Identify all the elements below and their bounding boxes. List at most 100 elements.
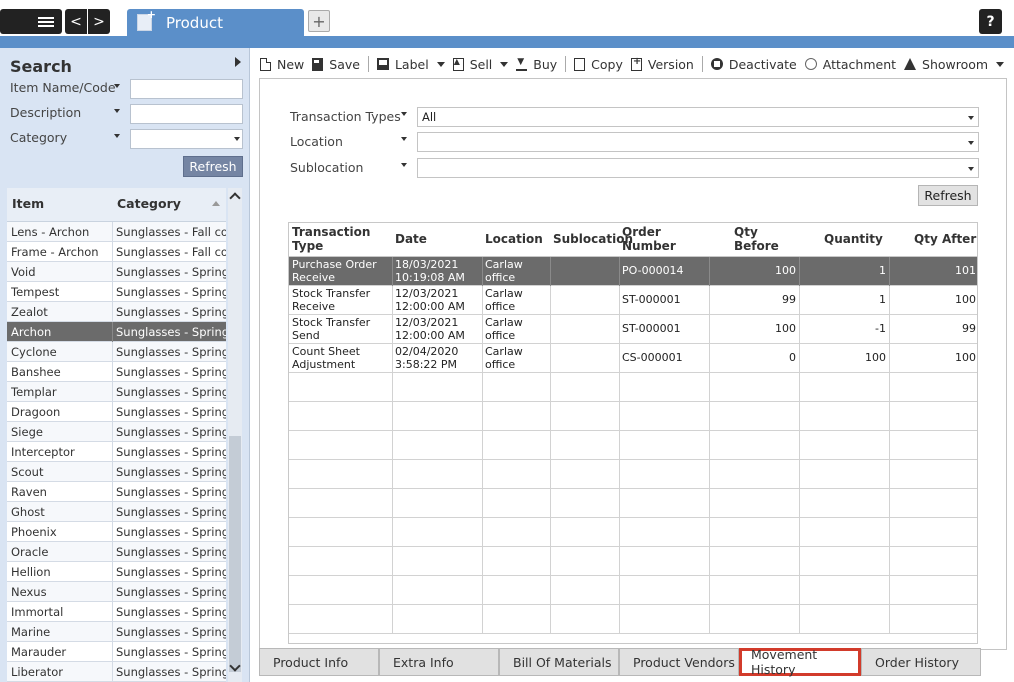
items-table-row[interactable]: Hellion Sunglasses - Spring ... bbox=[7, 562, 226, 582]
tab-order-history[interactable]: Order History bbox=[861, 648, 981, 676]
cell-divider bbox=[392, 373, 393, 402]
tab-product-info[interactable]: Product Info bbox=[259, 648, 379, 676]
item-category-cell: Sunglasses - Spring ... bbox=[116, 305, 226, 319]
sublocation-select[interactable] bbox=[417, 158, 979, 178]
toolbar-showroom-button[interactable]: Showroom bbox=[904, 56, 1005, 72]
description-input[interactable] bbox=[130, 104, 243, 124]
back-button[interactable]: < bbox=[65, 9, 87, 34]
movement-row[interactable]: Stock Transfer Send 12/03/2021 12:00:00 A… bbox=[289, 315, 977, 344]
transaction-type-cell: Stock Transfer Send bbox=[292, 316, 371, 342]
col-quantity-header[interactable]: Quantity bbox=[799, 223, 889, 257]
scroll-up-icon[interactable] bbox=[229, 192, 241, 204]
items-table-row[interactable]: Void Sunglasses - Spring ... bbox=[7, 262, 226, 282]
items-table-row[interactable]: Marine Sunglasses - Spring ... bbox=[7, 622, 226, 642]
col-transaction-type-header[interactable]: Transaction Type bbox=[289, 223, 392, 257]
toolbar-attachment-button[interactable]: Attachment bbox=[802, 55, 896, 73]
col-order-number-header[interactable]: Order Number bbox=[619, 223, 709, 257]
toolbar-sell-button[interactable]: Sell bbox=[452, 57, 509, 72]
transaction-types-select[interactable]: All bbox=[417, 107, 979, 127]
item-name-input[interactable] bbox=[130, 79, 243, 99]
items-table-row[interactable]: Liberator Sunglasses - Spring ... bbox=[7, 662, 226, 682]
movement-refresh-button[interactable]: Refresh bbox=[918, 185, 978, 206]
category-select[interactable] bbox=[130, 129, 243, 149]
chevron-down-icon[interactable] bbox=[996, 61, 1005, 67]
items-scrollbar[interactable] bbox=[228, 188, 242, 682]
filter-options-icon[interactable] bbox=[401, 112, 407, 116]
cell-divider bbox=[550, 547, 551, 576]
item-name-cell: Archon bbox=[11, 325, 52, 339]
filter-options-icon[interactable] bbox=[114, 134, 120, 138]
cell-divider bbox=[889, 518, 890, 547]
items-table-row[interactable]: Marauder Sunglasses - Spring ... bbox=[7, 642, 226, 662]
items-table-row[interactable]: Archon Sunglasses - Spring ... bbox=[7, 322, 226, 342]
items-table-row[interactable]: Nexus Sunglasses - Spring ... bbox=[7, 582, 226, 602]
cell-divider bbox=[889, 605, 890, 634]
col-sublocation-header[interactable]: Sublocation bbox=[550, 223, 633, 257]
filter-options-icon[interactable] bbox=[401, 163, 407, 167]
filter-options-icon[interactable] bbox=[401, 137, 407, 141]
movement-row[interactable]: Stock Transfer Receive 12/03/2021 12:00:0… bbox=[289, 286, 977, 315]
cell-divider bbox=[112, 262, 113, 282]
toolbar-buy-button[interactable]: Buy bbox=[516, 57, 557, 72]
tab-movement-history[interactable]: Movement History bbox=[739, 647, 861, 677]
toolbar-save-button[interactable]: Save bbox=[312, 57, 360, 72]
items-table-row[interactable]: Ghost Sunglasses - Spring ... bbox=[7, 502, 226, 522]
items-table-row[interactable]: Zealot Sunglasses - Spring ... bbox=[7, 302, 226, 322]
item-name-cell: Lens - Archon bbox=[11, 225, 90, 239]
main-menu-button[interactable] bbox=[0, 9, 62, 34]
filter-label: Item Name/Code bbox=[10, 80, 116, 95]
items-table-row[interactable]: Lens - Archon Sunglasses - Fall col... bbox=[7, 222, 226, 242]
chevron-down-icon[interactable] bbox=[500, 61, 509, 67]
toolbar-button-label: Showroom bbox=[922, 56, 989, 72]
item-name-cell: Siege bbox=[11, 425, 43, 439]
chevron-down-icon[interactable] bbox=[436, 61, 445, 67]
collapse-panel-icon[interactable] bbox=[235, 57, 241, 67]
cell-divider bbox=[392, 547, 393, 576]
add-tab-button[interactable]: + bbox=[308, 10, 330, 32]
items-table-row[interactable]: Phoenix Sunglasses - Spring ... bbox=[7, 522, 226, 542]
scroll-thumb[interactable] bbox=[229, 436, 241, 672]
items-table-row[interactable]: Raven Sunglasses - Spring ... bbox=[7, 482, 226, 502]
items-table-row[interactable]: Dragoon Sunglasses - Spring ... bbox=[7, 402, 226, 422]
sell-icon bbox=[452, 57, 464, 71]
column-header-item[interactable]: Item bbox=[12, 196, 44, 211]
col-qty-after-header[interactable]: Qty After bbox=[889, 223, 977, 257]
col-date-header[interactable]: Date bbox=[392, 223, 482, 257]
search-refresh-button[interactable]: Refresh bbox=[183, 156, 243, 177]
column-header-category[interactable]: Category bbox=[117, 196, 181, 211]
filter-options-icon[interactable] bbox=[114, 109, 120, 113]
tab-product-vendors[interactable]: Product Vendors bbox=[619, 648, 739, 676]
item-category-cell: Sunglasses - Spring ... bbox=[116, 405, 226, 419]
items-table-row[interactable]: Scout Sunglasses - Spring ... bbox=[7, 462, 226, 482]
col-qty-before-header[interactable]: Qty Before bbox=[709, 223, 799, 257]
toolbar-button-label: New bbox=[277, 56, 305, 72]
toolbar-version-button[interactable]: Version bbox=[630, 56, 694, 72]
forward-button[interactable]: > bbox=[88, 9, 110, 34]
items-table-row[interactable]: Immortal Sunglasses - Spring ... bbox=[7, 602, 226, 622]
toolbar-copy-button[interactable]: Copy bbox=[574, 57, 623, 72]
items-table-row[interactable]: Templar Sunglasses - Spring ... bbox=[7, 382, 226, 402]
item-name-cell: Marauder bbox=[11, 645, 67, 659]
items-table-row[interactable]: Cyclone Sunglasses - Spring ... bbox=[7, 342, 226, 362]
toolbar-new-button[interactable]: New bbox=[260, 57, 304, 72]
items-table-row[interactable]: Oracle Sunglasses - Spring ... bbox=[7, 542, 226, 562]
tab-extra-info[interactable]: Extra Info bbox=[379, 648, 499, 676]
items-table-row[interactable]: Tempest Sunglasses - Spring ... bbox=[7, 282, 226, 302]
order-number-cell: CS-000001 bbox=[622, 351, 683, 365]
items-table-row[interactable]: Interceptor Sunglasses - Spring ... bbox=[7, 442, 226, 462]
items-table-row[interactable]: Banshee Sunglasses - Spring ... bbox=[7, 362, 226, 382]
items-table-row[interactable]: Siege Sunglasses - Spring ... bbox=[7, 422, 226, 442]
location-select[interactable] bbox=[417, 132, 979, 152]
cell-divider bbox=[799, 605, 800, 634]
movement-row[interactable]: Purchase Order Receive 18/03/2021 10:19:0… bbox=[289, 257, 977, 286]
col-location-header[interactable]: Location bbox=[482, 223, 550, 257]
cell-divider bbox=[550, 576, 551, 605]
tab-bill-of-materials[interactable]: Bill Of Materials bbox=[499, 648, 619, 676]
order-number-cell: PO-000014 bbox=[622, 264, 684, 278]
items-table-row[interactable]: Frame - Archon Sunglasses - Fall col... bbox=[7, 242, 226, 262]
help-button[interactable]: ? bbox=[979, 9, 1002, 34]
toolbar-label-button[interactable]: Label bbox=[376, 57, 445, 72]
filter-options-icon[interactable] bbox=[114, 84, 120, 88]
toolbar-deactivate-button[interactable]: Deactivate bbox=[710, 57, 797, 72]
movement-row[interactable]: Count Sheet Adjustment 02/04/2020 3:58:22… bbox=[289, 344, 977, 373]
